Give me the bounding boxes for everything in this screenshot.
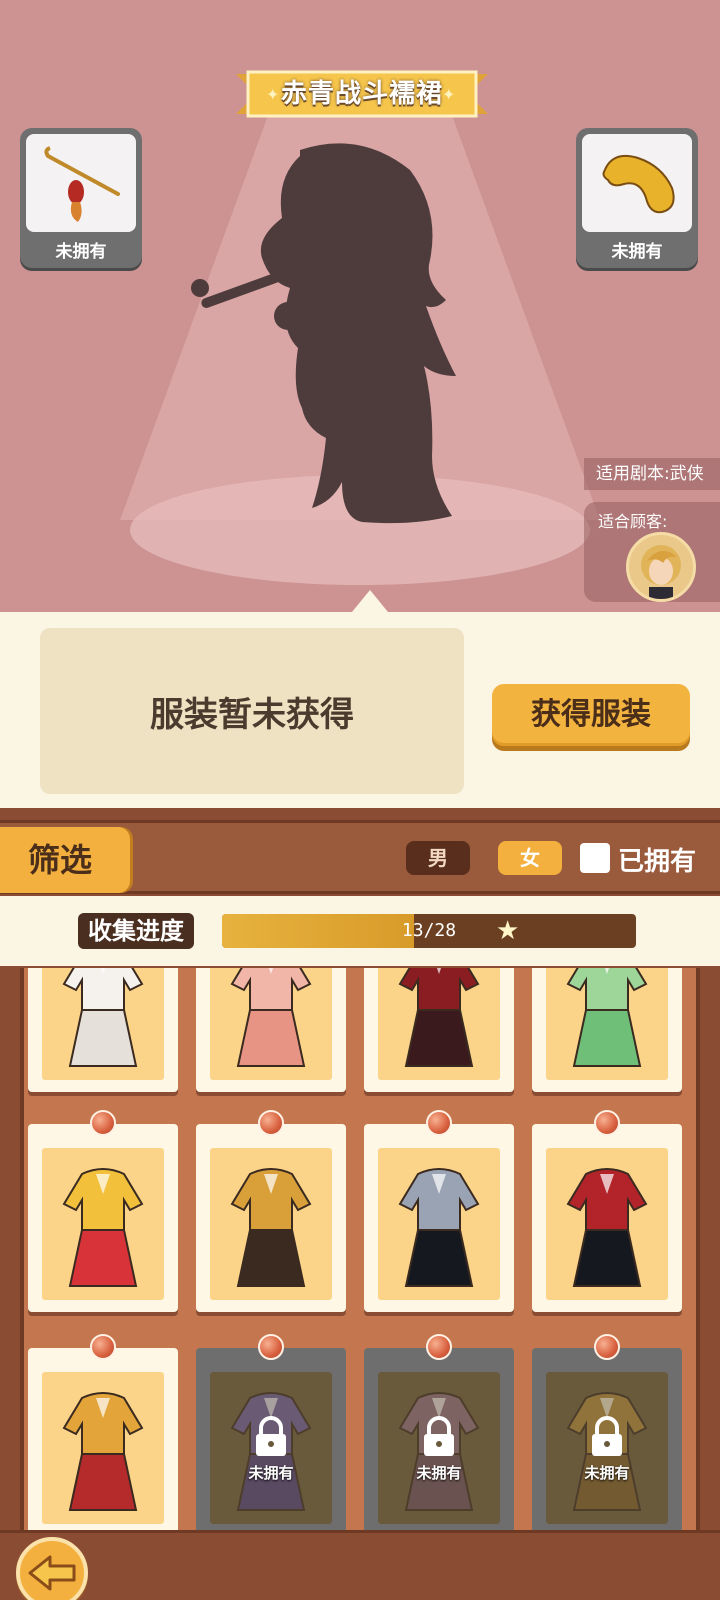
back-button[interactable] (16, 1537, 88, 1600)
pin-icon (594, 1334, 620, 1360)
outfit-icon (230, 1168, 312, 1287)
pin-icon (426, 1110, 452, 1136)
back-arrow-icon (28, 1555, 76, 1591)
suitable-customer-panel: 适合顾客: (584, 502, 720, 602)
accessory-right-status: 未拥有 (611, 242, 663, 262)
pin-icon (90, 1334, 116, 1360)
outfit-card[interactable] (532, 1110, 682, 1312)
outfit-card[interactable]: 未拥有 (196, 1334, 346, 1530)
applicable-script: 适用剧本:武侠 (584, 458, 720, 490)
outfit-card[interactable] (28, 968, 178, 1092)
filter-female-button[interactable]: 女 (498, 841, 562, 875)
outfit-icon (566, 968, 648, 1067)
suitable-customer-label: 适合顾客: (598, 512, 668, 531)
panel-notch (352, 590, 388, 612)
obtain-outfit-button[interactable]: 获得服装 (492, 684, 690, 746)
outfit-icon (62, 968, 144, 1067)
golden-bracelet-icon (602, 154, 675, 214)
pin-icon (90, 1110, 116, 1136)
accessory-card-right[interactable]: 未拥有 (576, 128, 698, 268)
outfit-card[interactable] (28, 1110, 178, 1312)
progress-label: 收集进度 (78, 913, 194, 949)
sparkle-icon: ★ (496, 916, 520, 946)
progress-track: 13/28 (222, 914, 636, 948)
pin-icon (426, 1334, 452, 1360)
accessory-card-left[interactable]: 未拥有 (20, 128, 142, 268)
outfit-grid[interactable]: 未拥有 未拥有 未拥有 (20, 968, 700, 1530)
customer-avatar[interactable] (626, 532, 696, 602)
outfit-card[interactable]: 未拥有 (364, 1334, 514, 1530)
outfit-locked-label: 未拥有 (248, 1463, 294, 1482)
filter-male-button[interactable]: 男 (406, 841, 470, 875)
outfit-card[interactable] (532, 968, 682, 1092)
outfit-info-panel: 服装暂未获得 获得服装 (0, 612, 720, 808)
wardrobe-panel: 筛选 男 女 已拥有 收集进度 13/28 ★ 未拥有 未拥有 未拥有 (0, 808, 720, 1600)
character-silhouette (191, 143, 456, 524)
outfit-icon (62, 1392, 144, 1511)
outfit-locked-label: 未拥有 (416, 1463, 462, 1482)
lock-icon (256, 1415, 286, 1456)
outfit-card[interactable] (364, 1110, 514, 1312)
owned-checkbox[interactable] (580, 843, 610, 873)
pin-icon (594, 1110, 620, 1136)
progress-text: 13/28 (401, 920, 457, 941)
pin-icon (258, 1110, 284, 1136)
lock-icon (424, 1415, 454, 1456)
outfit-icon (230, 968, 312, 1067)
outfit-card[interactable] (196, 1110, 346, 1312)
outfit-card[interactable] (28, 1334, 178, 1530)
pipe-accessory-icon (44, 146, 120, 222)
outfit-status: 服装暂未获得 (40, 628, 464, 794)
accessory-left-status: 未拥有 (55, 242, 107, 262)
pin-icon (258, 1334, 284, 1360)
lock-icon (592, 1415, 622, 1456)
outfit-title-ribbon: ✦ ✦ 赤青战斗襦裙 (236, 70, 488, 118)
outfit-title: 赤青战斗襦裙 (280, 79, 443, 109)
owned-label: 已拥有 (618, 847, 697, 877)
filter-bar: 筛选 男 女 已拥有 (0, 820, 720, 894)
bottom-bar (0, 1530, 720, 1600)
outfit-icon (398, 968, 480, 1067)
outfit-card[interactable]: 未拥有 (532, 1334, 682, 1530)
collection-progress: 收集进度 13/28 ★ (0, 896, 720, 966)
outfit-locked-label: 未拥有 (584, 1463, 630, 1482)
outfit-card[interactable] (196, 968, 346, 1092)
outfit-icon (62, 1168, 144, 1287)
outfit-card[interactable] (364, 968, 514, 1092)
filter-tab[interactable]: 筛选 (0, 827, 130, 893)
outfit-icon (566, 1168, 648, 1287)
character-stage: ✦ ✦ 赤青战斗襦裙 未拥有 未拥有 适用剧本:武侠 适合顾客: (0, 0, 720, 612)
outfit-icon (398, 1168, 480, 1287)
